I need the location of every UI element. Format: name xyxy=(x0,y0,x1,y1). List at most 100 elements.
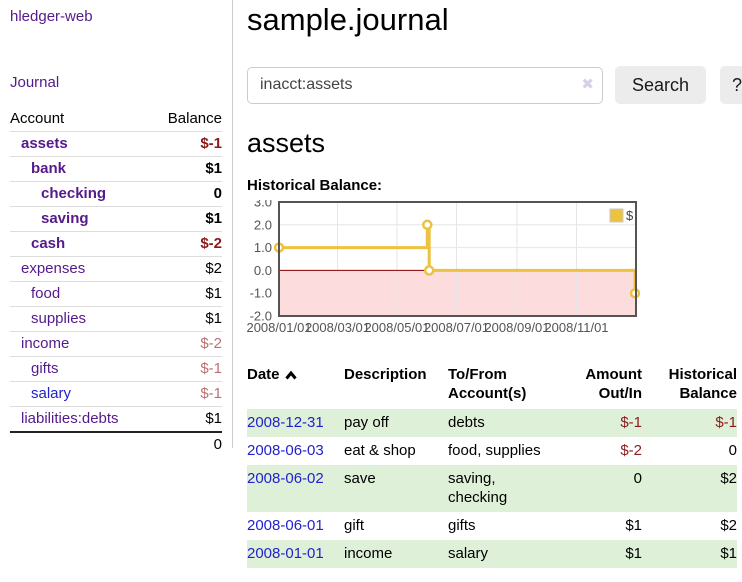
account-link-gifts[interactable]: gifts xyxy=(31,360,59,377)
account-balance: $-2 xyxy=(151,232,222,257)
register-row: 2008-06-01 giftgifts$1$2 xyxy=(247,512,737,540)
register-table: Date Description To/From Account(s) Amou… xyxy=(247,363,737,568)
register-balance-cell: 0 xyxy=(642,437,737,465)
historical-balance-chart: 3.02.01.00.0-1.0-2.02008/01/012008/03/01… xyxy=(247,200,742,347)
accounts-header-balance: Balance xyxy=(151,108,222,132)
register-accounts-cell: food, supplies xyxy=(448,437,556,465)
svg-text:2008/07/01: 2008/07/01 xyxy=(424,320,489,335)
register-header-row: Date Description To/From Account(s) Amou… xyxy=(247,363,737,409)
register-amount-cell: $1 xyxy=(556,512,642,540)
register-row: 2008-06-02savesaving, checking0$2 xyxy=(247,465,737,512)
register-row: 2008-06-03 eat & shopfood, supplies$-20 xyxy=(247,437,737,465)
account-link-expenses[interactable]: expenses xyxy=(21,260,85,277)
account-row: checking0 xyxy=(10,182,222,207)
clear-search-icon[interactable]: ✖ xyxy=(581,75,594,93)
account-link-liabilities-debts[interactable]: liabilities:debts xyxy=(21,410,119,427)
account-heading: assets xyxy=(247,128,742,159)
svg-text:-1.0: -1.0 xyxy=(250,286,272,301)
svg-text:0.0: 0.0 xyxy=(254,263,272,278)
svg-text:2008/03/01: 2008/03/01 xyxy=(305,320,370,335)
page-title: sample.journal xyxy=(247,2,742,38)
chart-title: Historical Balance: xyxy=(247,177,742,194)
account-link-saving[interactable]: saving xyxy=(41,210,89,227)
data-point-marker xyxy=(425,266,433,274)
svg-text:2008/01/01: 2008/01/01 xyxy=(247,320,312,335)
register-balance-cell: $2 xyxy=(642,512,737,540)
transaction-date-link[interactable]: 2008-06-03 xyxy=(247,442,324,459)
register-date-cell: 2008-06-01 xyxy=(247,512,344,540)
account-row: assets $-1 xyxy=(10,132,222,157)
account-row: expenses $2 xyxy=(10,257,222,282)
search-button[interactable]: Search xyxy=(615,66,706,104)
account-link-supplies[interactable]: supplies xyxy=(31,310,86,327)
account-link-cash[interactable]: cash xyxy=(31,235,65,252)
register-date-cell: 2008-06-02 xyxy=(247,465,344,512)
search-form: ✖ Search ? xyxy=(247,66,742,104)
account-link-salary[interactable]: salary xyxy=(31,385,71,402)
account-balance: $1 xyxy=(151,207,222,232)
register-balance-cell: $1 xyxy=(642,540,737,568)
account-row: liabilities:debts $1 xyxy=(10,407,222,433)
help-button[interactable]: ? xyxy=(720,66,742,104)
account-balance: $1 xyxy=(151,157,222,182)
page: hledger-web Journal Account Balance asse… xyxy=(0,0,742,568)
transaction-date-link[interactable]: 2008-12-31 xyxy=(247,414,324,431)
account-balance: $-1 xyxy=(151,357,222,382)
register-date-cell: 2008-12-31 xyxy=(247,409,344,437)
account-balance: $-2 xyxy=(151,332,222,357)
main-content: sample.journal ✖ Search ? assets Histori… xyxy=(233,0,742,568)
account-row: income $-2 xyxy=(10,332,222,357)
account-balance: $1 xyxy=(151,307,222,332)
transaction-date-link[interactable]: 2008-06-01 xyxy=(247,517,324,534)
register-amount-cell: $1 xyxy=(556,540,642,568)
register-description-cell: eat & shop xyxy=(344,437,448,465)
svg-text:2008/09/01: 2008/09/01 xyxy=(484,320,549,335)
account-balance: $1 xyxy=(151,282,222,307)
sort-ascending-icon xyxy=(284,367,298,384)
account-balance: $2 xyxy=(151,257,222,282)
register-description-cell: save xyxy=(344,465,448,512)
brand-link[interactable]: hledger-web xyxy=(10,8,93,25)
account-balance: $1 xyxy=(151,407,222,433)
register-row: 2008-01-01incomesalary$1$1 xyxy=(247,540,737,568)
register-accounts-cell: gifts xyxy=(448,512,556,540)
register-accounts-cell: saving, checking xyxy=(448,465,556,512)
register-row: 2008-12-31pay offdebts$-1$-1 xyxy=(247,409,737,437)
account-link-bank[interactable]: bank xyxy=(31,160,66,177)
account-balance: $-1 xyxy=(151,382,222,407)
register-header-balance: Historical Balance xyxy=(642,363,737,409)
account-row: food $1 xyxy=(10,282,222,307)
sidebar-item-journal[interactable]: Journal xyxy=(10,74,59,91)
sidebar-nav: Journal xyxy=(10,74,222,92)
account-link-food[interactable]: food xyxy=(31,285,60,302)
account-link-checking[interactable]: checking xyxy=(41,185,106,202)
register-date-cell: 2008-06-03 xyxy=(247,437,344,465)
register-header-date[interactable]: Date xyxy=(247,363,344,409)
accounts-total-row: 0 xyxy=(10,432,222,457)
register-amount-cell: $-1 xyxy=(556,409,642,437)
account-link-income[interactable]: income xyxy=(21,335,69,352)
account-row: gifts $-1 xyxy=(10,357,222,382)
accounts-header-row: Account Balance xyxy=(10,108,222,132)
transaction-date-link[interactable]: 2008-06-02 xyxy=(247,470,324,487)
register-header-accounts: To/From Account(s) xyxy=(448,363,556,409)
register-balance-cell: $2 xyxy=(642,465,737,512)
legend-swatch xyxy=(610,209,623,222)
sidebar: hledger-web Journal Account Balance asse… xyxy=(0,0,233,448)
register-amount-cell: $-2 xyxy=(556,437,642,465)
svg-text:3.0: 3.0 xyxy=(254,200,272,210)
data-point-marker xyxy=(423,221,431,229)
transaction-date-link[interactable]: 2008-01-01 xyxy=(247,545,324,562)
register-description-cell: gift xyxy=(344,512,448,540)
chart-svg: 3.02.01.00.0-1.0-2.02008/01/012008/03/01… xyxy=(247,200,657,342)
search-input[interactable] xyxy=(247,67,603,104)
register-description-cell: income xyxy=(344,540,448,568)
register-header-description: Description xyxy=(344,363,448,409)
register-accounts-cell: debts xyxy=(448,409,556,437)
account-row: saving $1 xyxy=(10,207,222,232)
svg-text:2008/11/01: 2008/11/01 xyxy=(544,320,608,335)
account-balance: $-1 xyxy=(151,132,222,157)
account-link-assets[interactable]: assets xyxy=(21,135,68,152)
register-balance-cell: $-1 xyxy=(642,409,737,437)
svg-text:2008/05/01: 2008/05/01 xyxy=(364,320,429,335)
